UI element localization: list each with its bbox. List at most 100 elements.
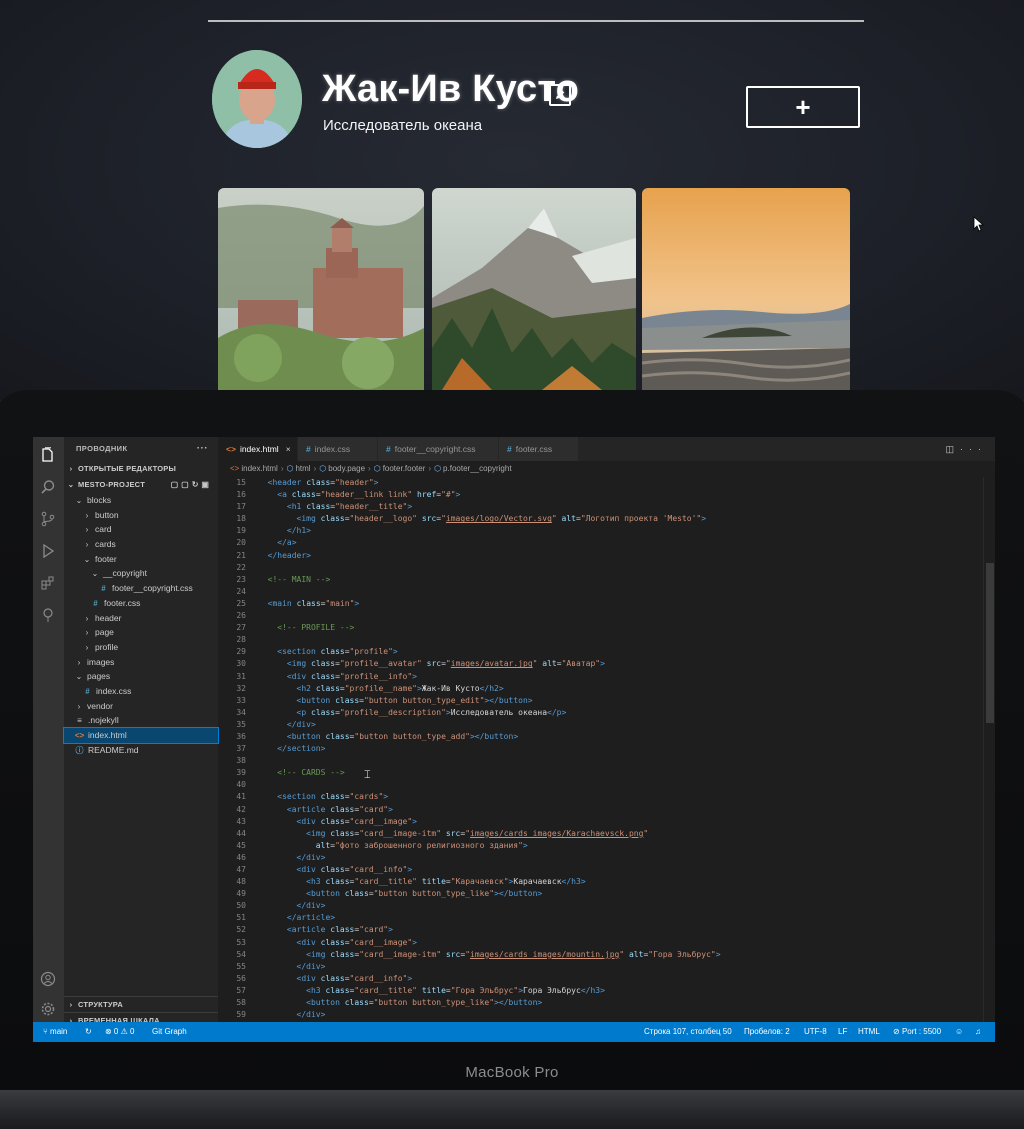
open-editors-section[interactable]: › ОТКРЫТЫЕ РЕДАКТОРЫ <box>64 461 218 477</box>
explorer-icon[interactable] <box>38 445 58 465</box>
encoding[interactable]: UTF-8 <box>804 1022 827 1042</box>
add-card-button[interactable]: + <box>746 86 860 128</box>
code-line[interactable]: 55 </div> <box>218 961 983 973</box>
tree-item[interactable]: # footer__copyright.css <box>64 581 218 596</box>
code-line[interactable]: 28 <box>218 634 983 646</box>
code-line[interactable]: 25 <main class="main"> <box>218 598 983 610</box>
tree-item[interactable]: # index.css <box>64 684 218 699</box>
code-line[interactable]: 35 </div> <box>218 719 983 731</box>
breadcrumb-item[interactable]: index.html <box>241 464 277 473</box>
tree-item[interactable]: ⌄ __copyright <box>64 566 218 581</box>
extensions-icon[interactable] <box>38 573 58 593</box>
more-actions-icon[interactable]: ··· <box>197 437 208 461</box>
code-line[interactable]: 45 alt="фото заброшенного религиозного з… <box>218 840 983 852</box>
tree-item[interactable]: # footer.css <box>64 596 218 611</box>
tree-item[interactable]: › vendor <box>64 699 218 714</box>
code-line[interactable]: 58 <button class="button button_type_lik… <box>218 997 983 1009</box>
code-line[interactable]: 46 </div> <box>218 852 983 864</box>
card-image-sunset[interactable] <box>642 188 850 390</box>
code-line[interactable]: 51 </article> <box>218 912 983 924</box>
code-line[interactable]: 41 <section class="cards"> <box>218 791 983 803</box>
scrollbar-thumb[interactable] <box>986 563 994 723</box>
notifications-bell-icon[interactable]: ♫ <box>975 1022 981 1042</box>
code-line[interactable]: 43 <div class="card__image"> <box>218 816 983 828</box>
tree-item[interactable]: ≡ .nojekyll <box>64 713 218 728</box>
tree-item[interactable]: › page <box>64 625 218 640</box>
code-line[interactable]: 18 <img class="header__logo" src="images… <box>218 513 983 525</box>
breadcrumb-item[interactable]: body.page <box>328 464 365 473</box>
outline-section[interactable]: › СТРУКТУРА <box>64 996 218 1012</box>
code-line[interactable]: 54 <img class="card__image-itm" src="ima… <box>218 949 983 961</box>
code-line[interactable]: 32 <h2 class="profile__name">Жак-Ив Куст… <box>218 683 983 695</box>
tree-item[interactable]: › card <box>64 522 218 537</box>
account-icon[interactable] <box>38 969 58 989</box>
edit-profile-button[interactable] <box>549 84 571 106</box>
live-server-port[interactable]: ⊘ Port : 5500 <box>893 1022 941 1042</box>
code-line[interactable]: 38 <box>218 755 983 767</box>
code-line[interactable]: 24 <box>218 586 983 598</box>
tree-item[interactable]: ⌄ pages <box>64 669 218 684</box>
run-debug-icon[interactable] <box>38 541 58 561</box>
branch-indicator[interactable]: ⑂ main <box>43 1022 67 1042</box>
code-line[interactable]: 48 <h3 class="card__title" title="Карача… <box>218 876 983 888</box>
language-mode[interactable]: HTML <box>858 1022 880 1042</box>
code-line[interactable]: 49 <button class="button button_type_lik… <box>218 888 983 900</box>
code-line[interactable]: 21 </header> <box>218 550 983 562</box>
card-image-church[interactable] <box>218 188 424 390</box>
code-line[interactable]: 20 </a> <box>218 537 983 549</box>
tree-item[interactable]: › cards <box>64 537 218 552</box>
breadcrumb-item[interactable]: footer.footer <box>383 464 426 473</box>
tree-item[interactable]: › profile <box>64 640 218 655</box>
code-line[interactable]: 39 <!-- CARDS --> <box>218 767 983 779</box>
code-line[interactable]: 37 </section> <box>218 743 983 755</box>
search-icon[interactable] <box>38 477 58 497</box>
code-line[interactable]: 36 <button class="button button_type_add… <box>218 731 983 743</box>
project-section[interactable]: ⌄ MESTO-PROJECT ▢▢↻▣ <box>64 477 218 493</box>
code-line[interactable]: 52 <article class="card"> <box>218 924 983 936</box>
code-line[interactable]: 44 <img class="card__image-itm" src="ima… <box>218 828 983 840</box>
code-line[interactable]: 40 <box>218 779 983 791</box>
editor-actions[interactable]: ◫··· <box>945 437 987 461</box>
sync-icon[interactable]: ↻ <box>85 1022 92 1042</box>
split-editor-icon[interactable]: ◫ <box>945 444 960 454</box>
code-line[interactable]: 42 <article class="card"> <box>218 804 983 816</box>
tree-item[interactable]: › header <box>64 611 218 626</box>
card-image-mountain[interactable] <box>432 188 636 390</box>
feedback-icon[interactable]: ☺ <box>955 1022 963 1042</box>
tab-index-css[interactable]: # index.css <box>298 437 378 461</box>
editor-scrollbar[interactable] <box>983 477 995 1022</box>
code-line[interactable]: 16 <a class="header__link link" href="#"… <box>218 489 983 501</box>
code-line[interactable]: 53 <div class="card__image"> <box>218 937 983 949</box>
code-line[interactable]: 27 <!-- PROFILE --> <box>218 622 983 634</box>
code-line[interactable]: 47 <div class="card__info"> <box>218 864 983 876</box>
settings-gear-icon[interactable] <box>38 999 58 1019</box>
breadcrumb-item[interactable]: p.footer__copyright <box>443 464 512 473</box>
code-editor[interactable]: 15 <header class="header"> 16 <a class="h… <box>218 477 983 1022</box>
code-line[interactable]: 59 </div> <box>218 1009 983 1021</box>
line-ending[interactable]: LF <box>838 1022 847 1042</box>
tab-index-html[interactable]: <> index.html × <box>218 437 298 461</box>
code-line[interactable]: 23 <!-- MAIN --> <box>218 574 983 586</box>
close-tab-icon[interactable]: × <box>286 444 291 454</box>
indentation[interactable]: Пробелов: 2 <box>744 1022 790 1042</box>
more-actions-icon[interactable]: ··· <box>960 444 987 454</box>
code-line[interactable]: 15 <header class="header"> <box>218 477 983 489</box>
explorer-toolbar[interactable]: ▢▢↻▣ <box>171 477 212 493</box>
tree-item[interactable]: <> index.html <box>63 727 219 744</box>
tree-item[interactable]: ⓘ README.md <box>64 743 218 758</box>
tree-item[interactable]: ⌄ blocks <box>64 493 218 508</box>
code-line[interactable]: 56 <div class="card__info"> <box>218 973 983 985</box>
cursor-position[interactable]: Строка 107, столбец 50 <box>644 1022 732 1042</box>
git-graph-button[interactable]: Git Graph <box>152 1022 187 1042</box>
code-line[interactable]: 50 </div> <box>218 900 983 912</box>
problems-indicator[interactable]: ⊗ 0 ⚠ 0 <box>105 1022 134 1042</box>
code-line[interactable]: 17 <h1 class="header__title"> <box>218 501 983 513</box>
code-line[interactable]: 26 <box>218 610 983 622</box>
tree-item[interactable]: › button <box>64 508 218 523</box>
code-line[interactable]: 57 <h3 class="card__title" title="Гора Э… <box>218 985 983 997</box>
code-line[interactable]: 33 <button class="button button_type_edi… <box>218 695 983 707</box>
tree-item[interactable]: ⌄ footer <box>64 552 218 567</box>
code-line[interactable]: 34 <p class="profile__description">Иссле… <box>218 707 983 719</box>
code-line[interactable]: 31 <div class="profile__info"> <box>218 671 983 683</box>
git-graph-icon[interactable] <box>38 605 58 625</box>
